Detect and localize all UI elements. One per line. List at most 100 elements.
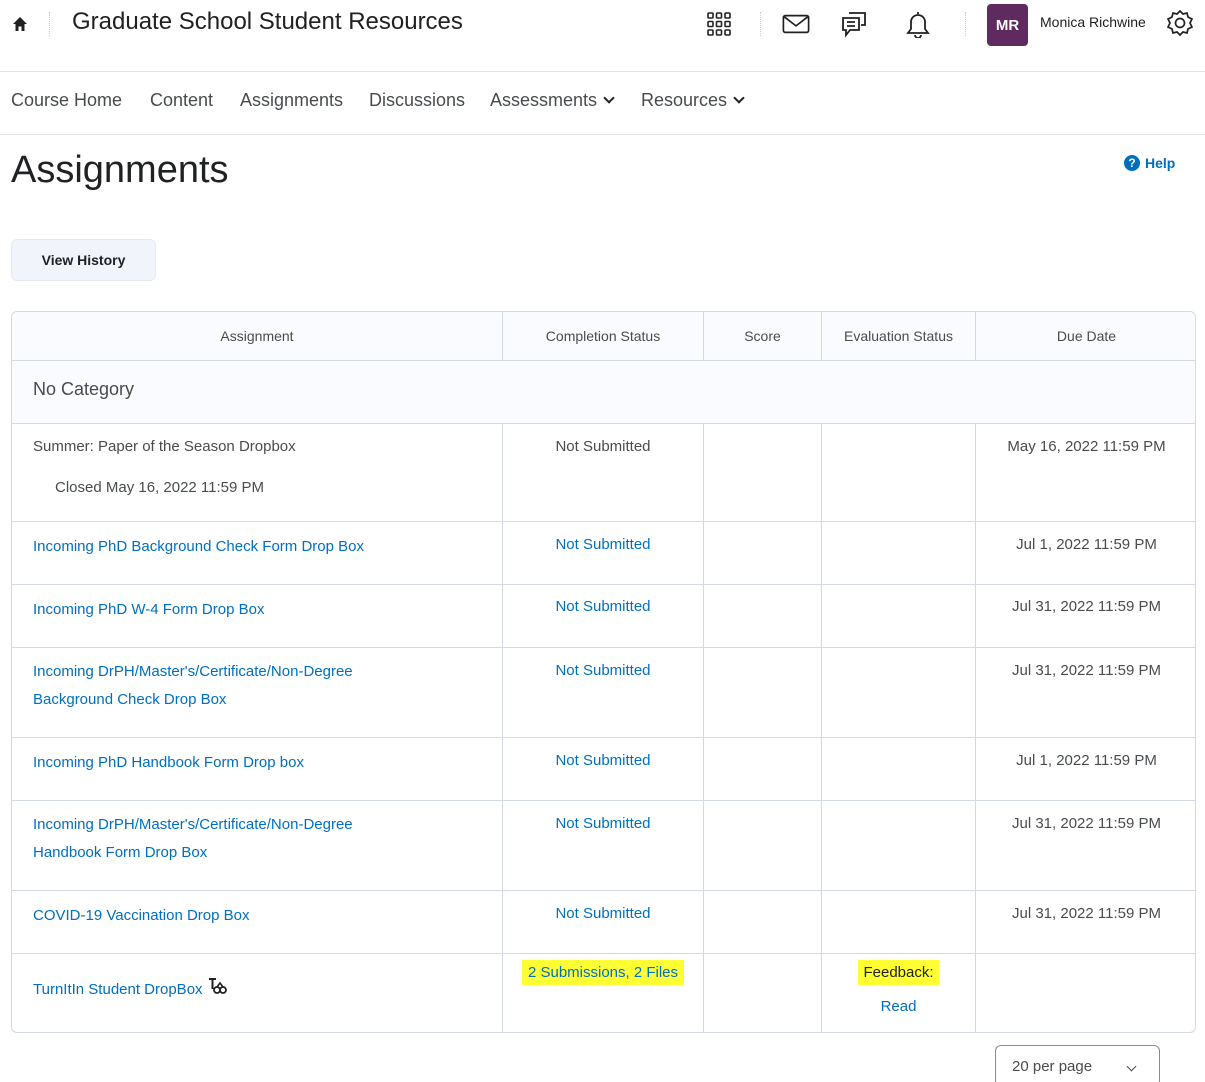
help-link[interactable]: ? Help (1124, 155, 1175, 171)
assignment-link-line: Handbook Form Drop Box (33, 844, 208, 861)
assignment-name-wrap: TurnItIn Student DropBox (33, 975, 227, 1005)
nav-course-home[interactable]: Course Home (11, 90, 122, 111)
page-title: Assignments (11, 149, 229, 191)
due-date-cell: Jul 1, 2022 11:59 PM (976, 738, 1195, 801)
column-header-assignment[interactable]: Assignment (12, 312, 503, 361)
completion-status: Not Submitted (555, 438, 651, 455)
due-date-cell: Jul 31, 2022 11:59 PM (976, 801, 1195, 891)
feedback-label-wrap: Feedback: (822, 960, 975, 985)
completion-cell: Not Submitted (503, 648, 704, 738)
view-history-button[interactable]: View History (11, 239, 156, 281)
mail-icon[interactable] (782, 10, 810, 38)
assignment-link[interactable]: Incoming PhD W-4 Form Drop Box (33, 596, 264, 624)
home-icon[interactable] (11, 15, 29, 33)
completion-status-link[interactable]: Not Submitted (503, 752, 703, 769)
nav-resources-dropdown[interactable]: Resources (641, 90, 745, 111)
due-date-cell (976, 954, 1195, 1032)
score-cell (704, 954, 822, 1032)
assignment-link[interactable]: Incoming DrPH/Master's/Certificate/Non-D… (33, 658, 353, 714)
nav-label: Content (150, 90, 214, 110)
evaluation-cell (822, 801, 976, 891)
completion-status-link[interactable]: Not Submitted (503, 536, 703, 553)
chevron-down-icon (1126, 1061, 1137, 1072)
nav-content[interactable]: Content (150, 90, 213, 111)
completion-cell: 2 Submissions, 2 Files (503, 954, 704, 1032)
waffle-icon[interactable] (705, 10, 733, 38)
help-label: Help (1145, 155, 1176, 171)
due-date: Jul 31, 2022 11:59 PM (1012, 662, 1161, 679)
due-date-cell: Jul 31, 2022 11:59 PM (976, 891, 1195, 954)
assignment-link[interactable]: COVID-19 Vaccination Drop Box (33, 902, 249, 930)
table-row: Incoming DrPH/Master's/Certificate/Non-D… (12, 648, 503, 738)
completion-wrap: 2 Submissions, 2 Files (503, 960, 703, 985)
nav-discussions[interactable]: Discussions (369, 90, 465, 111)
divider (760, 12, 761, 36)
divider (49, 12, 50, 36)
nav-label: Resources (641, 90, 728, 110)
assignments-table: Assignment Completion Status Score Evalu… (11, 311, 1196, 1033)
feedback-label: Feedback: (858, 960, 939, 985)
completion-status-link[interactable]: Not Submitted (503, 905, 703, 922)
category-row: No Category (12, 361, 1195, 424)
completion-status-link[interactable]: Not Submitted (503, 815, 703, 832)
evaluation-cell (822, 891, 976, 954)
table-row: Incoming PhD Background Check Form Drop … (12, 522, 503, 585)
completion-status-link[interactable]: Not Submitted (503, 598, 703, 615)
assignment-link[interactable]: Incoming DrPH/Master's/Certificate/Non-D… (33, 811, 353, 867)
column-header-score[interactable]: Score (704, 312, 822, 361)
course-title[interactable]: Graduate School Student Resources (72, 8, 463, 36)
user-name[interactable]: Monica Richwine (1040, 14, 1146, 30)
completion-status-link[interactable]: Not Submitted (503, 662, 703, 679)
completion-cell: Not Submitted (503, 522, 704, 585)
table-row: Incoming PhD Handbook Form Drop box (12, 738, 503, 801)
score-cell (704, 738, 822, 801)
score-cell (704, 522, 822, 585)
table-row: Summer: Paper of the Season Dropbox Clos… (12, 424, 503, 522)
table-row: Incoming DrPH/Master's/Certificate/Non-D… (12, 801, 503, 891)
nav-assignments[interactable]: Assignments (240, 90, 343, 111)
assignment-link[interactable]: TurnItIn Student DropBox (33, 981, 203, 998)
course-navbar: Course Home Content Assignments Discussi… (0, 72, 1205, 135)
completion-cell: Not Submitted (503, 801, 704, 891)
assignment-name: Summer: Paper of the Season Dropbox (33, 438, 296, 455)
nav-label: Assignments (240, 90, 344, 110)
assignment-link[interactable]: Incoming PhD Background Check Form Drop … (33, 533, 364, 561)
nav-label: Course Home (11, 90, 123, 110)
due-date-cell: Jul 1, 2022 11:59 PM (976, 522, 1195, 585)
assignment-link[interactable]: Incoming PhD Handbook Form Drop box (33, 749, 304, 777)
column-header-completion[interactable]: Completion Status (503, 312, 704, 361)
evaluation-cell: Feedback: Read (822, 954, 976, 1032)
column-header-due-date[interactable]: Due Date (976, 312, 1195, 361)
gear-icon[interactable] (1166, 9, 1194, 37)
completion-cell: Not Submitted (503, 585, 704, 648)
score-cell (704, 801, 822, 891)
evaluation-cell (822, 648, 976, 738)
due-date: Jul 1, 2022 11:59 PM (1016, 536, 1157, 553)
assignment-link-line: Incoming DrPH/Master's/Certificate/Non-D… (33, 816, 353, 833)
due-date: Jul 31, 2022 11:59 PM (1012, 815, 1161, 832)
avatar[interactable]: MR (987, 4, 1028, 46)
assignment-link-line: Background Check Drop Box (33, 691, 227, 708)
score-cell (704, 648, 822, 738)
divider (965, 12, 966, 36)
chevron-down-icon (733, 92, 745, 104)
due-date: May 16, 2022 11:59 PM (1007, 438, 1166, 455)
evaluation-cell (822, 738, 976, 801)
assignment-closed-date: Closed May 16, 2022 11:59 PM (55, 479, 265, 496)
due-date: Jul 1, 2022 11:59 PM (1016, 752, 1157, 769)
column-header-evaluation[interactable]: Evaluation Status (822, 312, 976, 361)
nav-label: Discussions (369, 90, 466, 110)
nav-assessments-dropdown[interactable]: Assessments (490, 90, 615, 111)
table-row: TurnItIn Student DropBox (12, 954, 503, 1032)
due-date: Jul 31, 2022 11:59 PM (1012, 905, 1161, 922)
feedback-read-link[interactable]: Read (822, 998, 975, 1015)
bell-icon[interactable] (904, 10, 932, 38)
turnitin-icon (207, 975, 227, 1005)
score-cell (704, 891, 822, 954)
discussion-icon[interactable] (840, 10, 868, 38)
top-navbar: Graduate School Student Resources MR Mon… (0, 0, 1205, 72)
chevron-down-icon (603, 92, 615, 104)
submissions-link[interactable]: 2 Submissions, 2 Files (521, 960, 685, 985)
due-date-cell: Jul 31, 2022 11:59 PM (976, 648, 1195, 738)
per-page-select[interactable]: 20 per page (995, 1045, 1160, 1082)
